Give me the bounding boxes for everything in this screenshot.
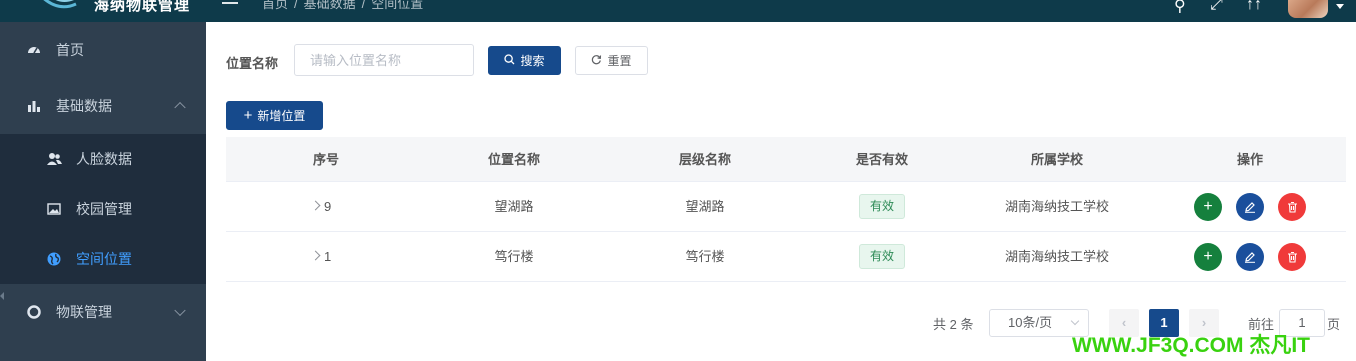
refresh-icon <box>591 54 602 68</box>
row-index: 1 <box>324 249 332 264</box>
font-size-icon[interactable]: ↑↑ <box>1246 0 1262 14</box>
row-index: 9 <box>324 199 332 214</box>
plus-icon: + <box>1203 248 1213 265</box>
fullscreen-icon[interactable]: ⤢ <box>1210 0 1223 14</box>
add-location-button[interactable]: + 新增位置 <box>226 101 323 130</box>
column-header: 所属学校 <box>1030 152 1083 167</box>
add-child-button[interactable]: + <box>1194 243 1222 271</box>
sidebar-item-label: 首页 <box>56 42 84 58</box>
sidebar-item-basic-data[interactable]: 基础数据 <box>0 78 206 134</box>
edit-button[interactable] <box>1236 193 1264 221</box>
logo-icon <box>43 0 77 9</box>
table-row: 1 笃行楼 笃行楼 有效 湖南海纳技工学校 + <box>226 232 1346 282</box>
search-icon[interactable]: ⚲ <box>1174 0 1186 16</box>
sidebar-item-iot[interactable]: 物联管理 <box>0 284 206 340</box>
picture-icon <box>46 201 62 217</box>
sidebar-item-campus[interactable]: 校园管理 <box>0 184 206 234</box>
status-badge: 有效 <box>859 194 905 219</box>
chevron-down-icon <box>174 304 186 317</box>
breadcrumb-current: 空间位置 <box>371 0 424 11</box>
add-child-button[interactable]: + <box>1194 193 1222 221</box>
status-badge: 有效 <box>859 244 905 269</box>
app-title: 海纳物联管理 <box>94 0 191 14</box>
delete-button[interactable] <box>1278 193 1306 221</box>
search-button[interactable]: 搜索 <box>488 46 561 75</box>
globe-icon <box>46 251 62 267</box>
row-school: 湖南海纳技工学校 <box>1004 249 1109 264</box>
sidebar-item-face-data[interactable]: 人脸数据 <box>0 134 206 184</box>
breadcrumb: 首页 / 基础数据 / 空间位置 <box>262 0 429 12</box>
sidebar-item-label: 校园管理 <box>76 201 132 217</box>
sidebar-item-label: 物联管理 <box>56 304 112 320</box>
chevron-down-icon <box>1070 316 1080 326</box>
reset-button[interactable]: 重置 <box>575 46 648 75</box>
menu-toggle-icon[interactable] <box>222 2 238 4</box>
sidebar-item-label: 人脸数据 <box>76 151 132 167</box>
lifebuoy-icon <box>26 304 42 320</box>
breadcrumb-home[interactable]: 首页 <box>262 0 288 11</box>
table-row: 9 望湖路 望湖路 有效 湖南海纳技工学校 + <box>226 182 1346 232</box>
expand-row-icon[interactable] <box>310 200 321 211</box>
chevron-right-icon: › <box>1201 315 1207 330</box>
pagination-total: 共 2 条 <box>933 317 974 332</box>
sidebar-item-label: 基础数据 <box>56 98 112 114</box>
bar-chart-icon <box>26 98 42 114</box>
watermark: WWW.JF3Q.COM 杰凡IT <box>1072 334 1310 357</box>
chevron-left-icon: ‹ <box>1121 315 1127 330</box>
table-header: 序号 位置名称 层级名称 是否有效 所属学校 操作 <box>226 137 1346 182</box>
delete-button[interactable] <box>1278 243 1306 271</box>
row-school: 湖南海纳技工学校 <box>1004 199 1109 214</box>
avatar[interactable] <box>1288 0 1328 18</box>
user-menu-caret-icon[interactable] <box>1336 4 1344 9</box>
trash-icon <box>1287 201 1297 213</box>
chevron-up-icon <box>174 101 186 114</box>
main-content: 位置名称 搜索 重置 + 新增位置 序号 位置名称 层级名称 是否有效 所属学校… <box>206 22 1356 361</box>
column-header: 操作 <box>1236 152 1263 167</box>
goto-suffix: 页 <box>1327 317 1341 332</box>
sidebar-item-label: 空间位置 <box>76 251 132 267</box>
location-name-label: 位置名称 <box>226 56 279 71</box>
edit-icon <box>1245 202 1255 213</box>
expand-row-icon[interactable] <box>310 250 321 261</box>
row-location-name: 望湖路 <box>494 199 534 214</box>
breadcrumb-basic-data[interactable]: 基础数据 <box>304 0 356 11</box>
sidebar-item-home[interactable]: 首页 <box>0 22 206 78</box>
column-header: 序号 <box>312 152 339 167</box>
top-bar: 海纳物联管理 首页 / 基础数据 / 空间位置 ⚲ ⤢ ↑↑ <box>0 0 1356 22</box>
row-level-name: 笃行楼 <box>685 249 725 264</box>
search-icon <box>504 53 515 68</box>
sidebar: 首页 基础数据 人脸数据 校园管理 空间位置 物联管理 <box>0 22 206 361</box>
dashboard-icon <box>26 42 42 58</box>
row-level-name: 望湖路 <box>685 199 725 214</box>
trash-icon <box>1287 251 1297 263</box>
users-icon <box>46 151 62 167</box>
edit-icon <box>1245 252 1255 263</box>
edit-button[interactable] <box>1236 243 1264 271</box>
column-header: 位置名称 <box>487 152 540 167</box>
location-name-input[interactable] <box>294 44 474 76</box>
sidebar-item-space-location[interactable]: 空间位置 <box>0 234 206 284</box>
column-header: 层级名称 <box>678 152 731 167</box>
column-header: 是否有效 <box>855 152 908 167</box>
plus-icon: + <box>1203 198 1213 215</box>
collapse-handle-icon[interactable] <box>0 292 4 300</box>
row-location-name: 笃行楼 <box>494 249 534 264</box>
plus-icon: + <box>243 107 253 124</box>
